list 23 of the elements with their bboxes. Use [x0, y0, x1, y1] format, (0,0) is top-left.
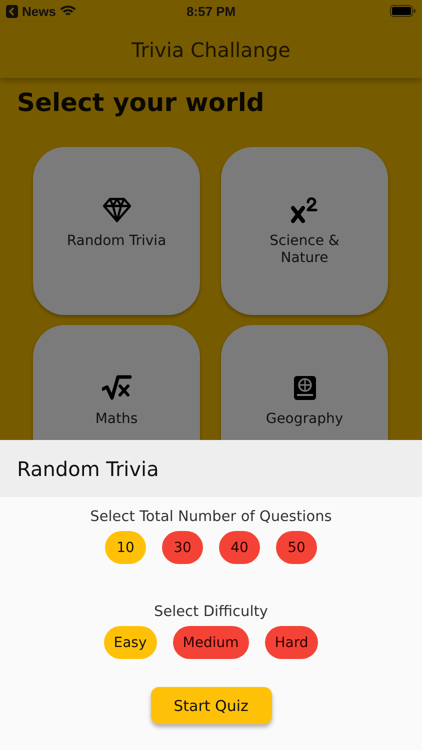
option-chip[interactable]: Medium [172, 626, 249, 659]
option-chip[interactable]: 40 [219, 531, 260, 564]
diamond-icon [102, 197, 130, 223]
world-card[interactable]: Science & Nature [221, 147, 388, 315]
back-label[interactable]: News [22, 4, 56, 18]
x-squared-icon [290, 197, 318, 223]
page-heading: Select your world [17, 88, 266, 117]
atlas-book-icon [292, 375, 316, 401]
option-chip[interactable]: Easy [104, 626, 157, 659]
option-chip[interactable]: Hard [264, 626, 318, 659]
difficulty-label: Select Difficulty [154, 604, 268, 620]
wifi-icon [60, 5, 76, 17]
option-chip[interactable]: 50 [276, 531, 317, 564]
world-card[interactable]: Random Trivia [33, 147, 200, 315]
battery-icon [390, 5, 416, 17]
option-chip[interactable]: 30 [162, 531, 203, 564]
back-icon[interactable] [6, 4, 18, 18]
start-quiz-button[interactable]: Start Quiz [150, 687, 272, 724]
app-title: Trivia Challange [131, 38, 290, 62]
questions-label: Select Total Number of Questions [90, 509, 332, 525]
option-chip[interactable]: 10 [105, 531, 146, 564]
square-root-icon [102, 375, 132, 401]
status-time: 8:57 PM [185, 4, 237, 18]
